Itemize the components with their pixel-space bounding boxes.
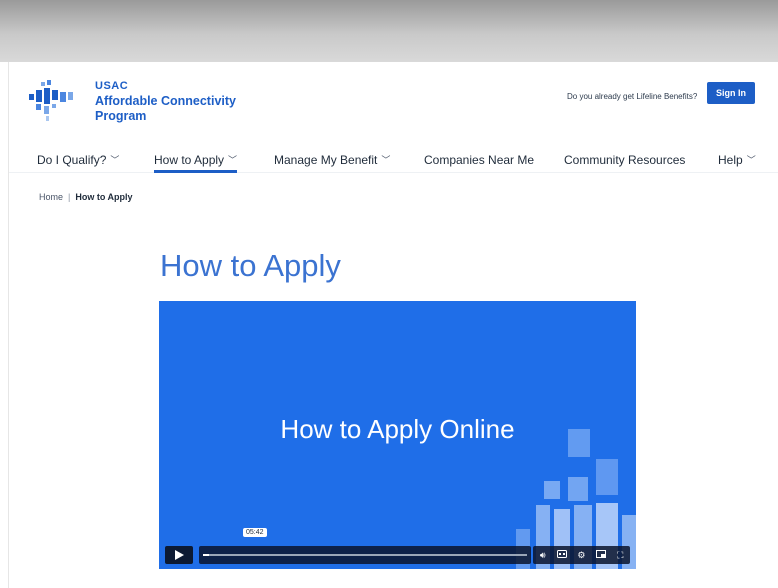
- nav-item-do-i-qualify[interactable]: Do I Qualify? ﹀: [37, 148, 119, 172]
- settings-icon[interactable]: ⚙: [575, 550, 587, 561]
- play-button[interactable]: [165, 546, 193, 564]
- logo-mark-icon: [29, 80, 73, 121]
- logo-org-text: USAC: [95, 80, 129, 92]
- nav-item-community-resources[interactable]: Community Resources: [564, 148, 685, 172]
- usac-acp-logo[interactable]: USAC Affordable Connectivity Program: [27, 80, 236, 130]
- breadcrumb-home-link[interactable]: Home: [39, 192, 63, 202]
- page-title: How to Apply: [160, 248, 341, 283]
- nav-item-manage-my-benefit[interactable]: Manage My Benefit ﹀: [274, 148, 390, 172]
- nav-item-label: Community Resources: [564, 153, 686, 167]
- fullscreen-icon[interactable]: ⛶: [614, 550, 626, 561]
- time-tooltip: 05:42: [243, 528, 267, 537]
- progress-track: [203, 554, 527, 556]
- video-player[interactable]: How to Apply Online 05:42 🔊︎ ⚙ ⛶: [159, 301, 636, 569]
- chevron-down-icon: ﹀: [110, 154, 120, 165]
- video-title-text: How to Apply Online: [280, 414, 515, 444]
- lifeline-question: Do you already get Lifeline Benefits?: [567, 92, 698, 101]
- nav-item-label: Help: [718, 153, 743, 167]
- nav-item-label: Companies Near Me: [424, 153, 535, 167]
- main-nav: Do I Qualify? ﹀ How to Apply ﹀ Manage My…: [9, 148, 778, 173]
- breadcrumb-separator: |: [68, 192, 71, 202]
- nav-item-label: How to Apply: [154, 153, 225, 167]
- nav-item-how-to-apply[interactable]: How to Apply ﹀: [154, 148, 238, 173]
- progress-bar[interactable]: 05:42: [199, 528, 531, 564]
- play-icon: [174, 550, 184, 560]
- page: USAC Affordable Connectivity Program Do …: [8, 62, 778, 588]
- progress-fill: [203, 554, 210, 556]
- sign-in-button[interactable]: Sign In: [707, 82, 755, 104]
- captions-icon[interactable]: [556, 550, 568, 560]
- video-control-icons: 🔊︎ ⚙ ⛶: [533, 546, 630, 564]
- chevron-down-icon: ﹀: [228, 154, 238, 165]
- breadcrumb: Home | How to Apply: [39, 192, 133, 202]
- logo-program-text: Affordable Connectivity Program: [95, 94, 236, 123]
- breadcrumb-current: How to Apply: [75, 192, 133, 202]
- window-top-band: [0, 0, 778, 62]
- chevron-down-icon: ﹀: [381, 154, 391, 165]
- nav-item-companies-near-me[interactable]: Companies Near Me: [424, 148, 534, 172]
- nav-item-help[interactable]: Help ﹀: [718, 148, 756, 172]
- nav-item-label: Manage My Benefit: [274, 153, 378, 167]
- video-controls: 05:42 🔊︎ ⚙ ⛶: [165, 528, 630, 565]
- pip-icon[interactable]: [595, 550, 607, 560]
- volume-icon[interactable]: 🔊︎: [537, 550, 549, 561]
- nav-item-label: Do I Qualify?: [37, 153, 107, 167]
- chevron-down-icon: ﹀: [746, 154, 756, 165]
